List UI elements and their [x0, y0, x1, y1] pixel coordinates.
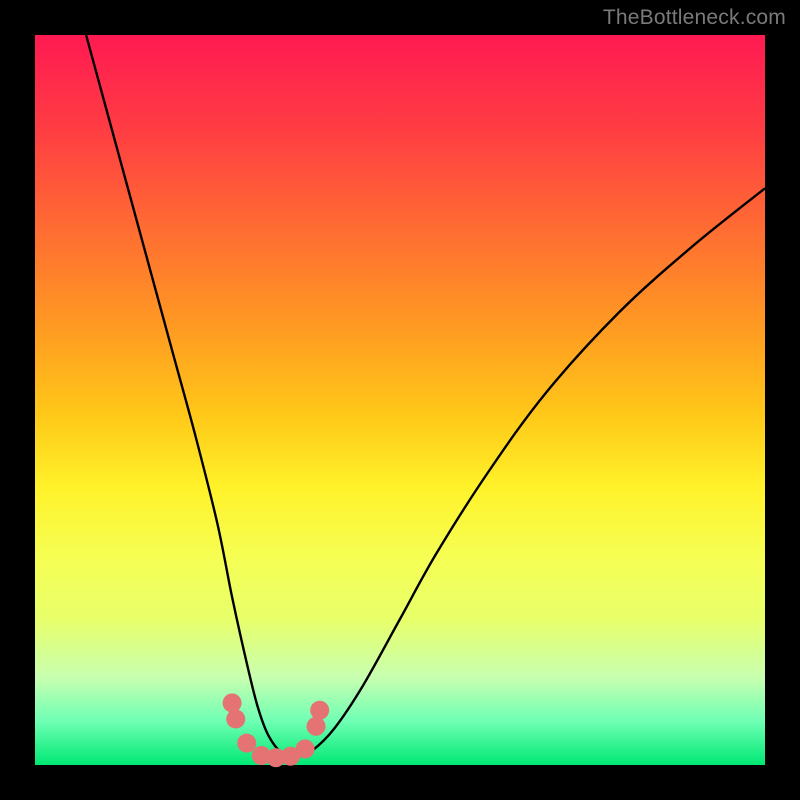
curve-marker	[226, 710, 245, 729]
chart-frame: TheBottleneck.com	[0, 0, 800, 800]
chart-svg	[35, 35, 765, 765]
bottleneck-curve	[86, 35, 765, 757]
curve-marker	[310, 701, 329, 720]
watermark-text: TheBottleneck.com	[603, 6, 786, 30]
curve-marker	[237, 734, 256, 753]
curve-marker	[223, 693, 242, 712]
curve-markers	[223, 693, 330, 767]
curve-marker	[307, 717, 326, 736]
curve-marker	[296, 739, 315, 758]
chart-plot-area	[35, 35, 765, 765]
